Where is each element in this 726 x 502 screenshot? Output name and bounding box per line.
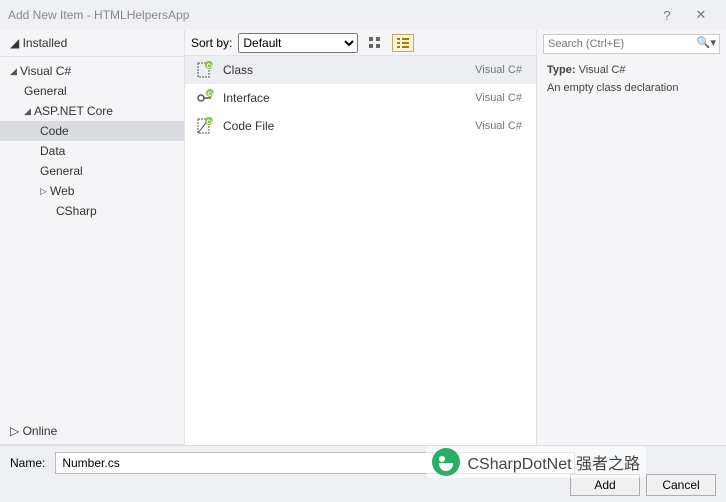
template-list: C# Class Visual C# C# Interface Visual C… (185, 56, 536, 445)
center-panel: Sort by: Default C# Class Visual C# C# (185, 30, 536, 445)
description: An empty class declaration (547, 82, 716, 94)
caret-down-icon: ◢ (10, 66, 20, 77)
help-button[interactable]: ? (650, 8, 684, 23)
footer: Name: Add Cancel (0, 445, 726, 502)
tree-node-aspnetcore[interactable]: ◢ ASP.NET Core (0, 101, 184, 121)
list-icon (396, 36, 410, 50)
toolbar: Sort by: Default (185, 30, 536, 56)
grid-icon (368, 36, 382, 50)
caret-right-icon: ▷ (10, 424, 19, 438)
tree-node-visualcsharp[interactable]: ◢ Visual C# (0, 61, 184, 81)
interface-icon: C# (193, 89, 217, 107)
class-icon: C# (193, 61, 217, 79)
tree-node-code[interactable]: Code (0, 121, 184, 141)
tree-node-data[interactable]: Data (0, 141, 184, 161)
sortby-select[interactable]: Default (238, 33, 358, 53)
sortby-label: Sort by: (191, 36, 232, 50)
title-bar: Add New Item - HTMLHelpersApp ? ✕ (0, 0, 726, 30)
tree-node-csharp[interactable]: CSharp (0, 201, 184, 221)
caret-down-icon: ◢ (10, 36, 19, 50)
cancel-button[interactable]: Cancel (646, 474, 716, 496)
details-panel: 🔍▾ Type: Visual C# An empty class declar… (536, 30, 726, 445)
close-button[interactable]: ✕ (684, 7, 718, 23)
svg-text:C#: C# (207, 120, 215, 126)
sidebar-section-online[interactable]: ▷ Online (0, 418, 184, 445)
svg-text:C#: C# (208, 92, 215, 98)
tree-node-general2[interactable]: General (0, 161, 184, 181)
name-label: Name: (10, 456, 45, 470)
list-item[interactable]: C# Class Visual C# (185, 56, 536, 84)
caret-right-icon: ▷ (40, 186, 50, 197)
search-icon[interactable]: 🔍▾ (697, 36, 716, 49)
caret-down-icon: ◢ (24, 106, 34, 117)
tree-node-general[interactable]: General (0, 81, 184, 101)
sidebar-section-installed[interactable]: ◢ Installed (0, 30, 184, 57)
template-tree: ◢ Visual C# General ◢ ASP.NET Core Code … (0, 57, 184, 418)
sidebar: ◢ Installed ◢ Visual C# General ◢ ASP.NE… (0, 30, 185, 445)
search-input[interactable] (543, 34, 720, 54)
window-title: Add New Item - HTMLHelpersApp (8, 8, 189, 22)
name-input[interactable] (55, 452, 575, 474)
search-box: 🔍▾ (543, 34, 720, 54)
list-item[interactable]: C# Interface Visual C# (185, 84, 536, 112)
list-item[interactable]: C# Code File Visual C# (185, 112, 536, 140)
type-row: Type: Visual C# (547, 64, 716, 76)
view-small-icons-button[interactable] (364, 34, 386, 52)
tree-node-web[interactable]: ▷ Web (0, 181, 184, 201)
codefile-icon: C# (193, 117, 217, 135)
add-button[interactable]: Add (570, 474, 640, 496)
view-list-button[interactable] (392, 34, 414, 52)
svg-text:C#: C# (207, 64, 215, 70)
